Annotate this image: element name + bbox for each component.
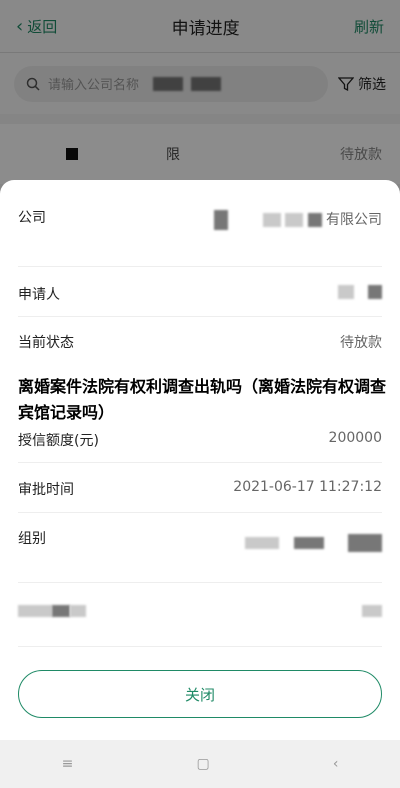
redacted-block: [214, 210, 229, 230]
detail-row-credit-limit: 授信额度(元) 200000: [18, 430, 382, 450]
row-value: [337, 284, 382, 304]
row-label: 组别: [18, 531, 46, 547]
detail-row-company: 公司 有限公司: [18, 207, 382, 233]
redacted-block: [70, 605, 86, 617]
row-label: 授信额度(元): [18, 433, 99, 449]
row-value: [362, 603, 382, 619]
row-label: [18, 603, 86, 619]
redacted-block: [368, 285, 382, 299]
home-square-icon[interactable]: ▢: [196, 756, 209, 772]
redacted-block: [337, 285, 354, 299]
detail-row-redacted: [18, 603, 382, 619]
row-value: 200000: [328, 430, 382, 446]
company-suffix: 有限公司: [326, 212, 382, 228]
divider: [18, 512, 382, 513]
divider: [18, 462, 382, 463]
close-button[interactable]: 关闭: [18, 670, 382, 718]
detail-sheet: [0, 180, 400, 740]
divider: [18, 316, 382, 317]
detail-row-group: 组别: [18, 528, 382, 552]
redacted-block: [245, 537, 280, 549]
redacted-block: [285, 213, 304, 227]
row-value: [245, 534, 382, 552]
watermark-caption: 离婚案件法院有权利调查出轨吗（离婚法院有权调查宾馆记录吗）: [18, 377, 387, 422]
detail-row-approval-time: 审批时间 2021-06-17 11:27:12: [18, 479, 382, 499]
row-value: 待放款: [340, 335, 382, 351]
detail-row-status: 当前状态 待放款: [18, 332, 382, 352]
redacted-block: [362, 605, 382, 617]
menu-icon[interactable]: ≡: [62, 756, 74, 772]
redacted-block: [18, 605, 52, 617]
row-label: 当前状态: [18, 335, 74, 351]
row-value: 有限公司: [212, 207, 382, 233]
redacted-block: [293, 537, 324, 549]
row-value: 2021-06-17 11:27:12: [233, 479, 382, 495]
detail-row-applicant: 申请人: [18, 284, 382, 304]
redacted-block: [52, 605, 70, 617]
row-label: 申请人: [18, 287, 60, 303]
system-nav-bar: ≡ ▢ ‹: [0, 740, 400, 788]
divider: [18, 582, 382, 583]
redacted-block: [307, 213, 322, 227]
redacted-block: [262, 213, 281, 227]
divider: [18, 266, 382, 267]
back-triangle-icon[interactable]: ‹: [333, 756, 339, 772]
divider: [18, 646, 382, 647]
row-label: 公司: [18, 210, 46, 226]
row-label: 审批时间: [18, 482, 74, 498]
redacted-block: [348, 534, 382, 552]
